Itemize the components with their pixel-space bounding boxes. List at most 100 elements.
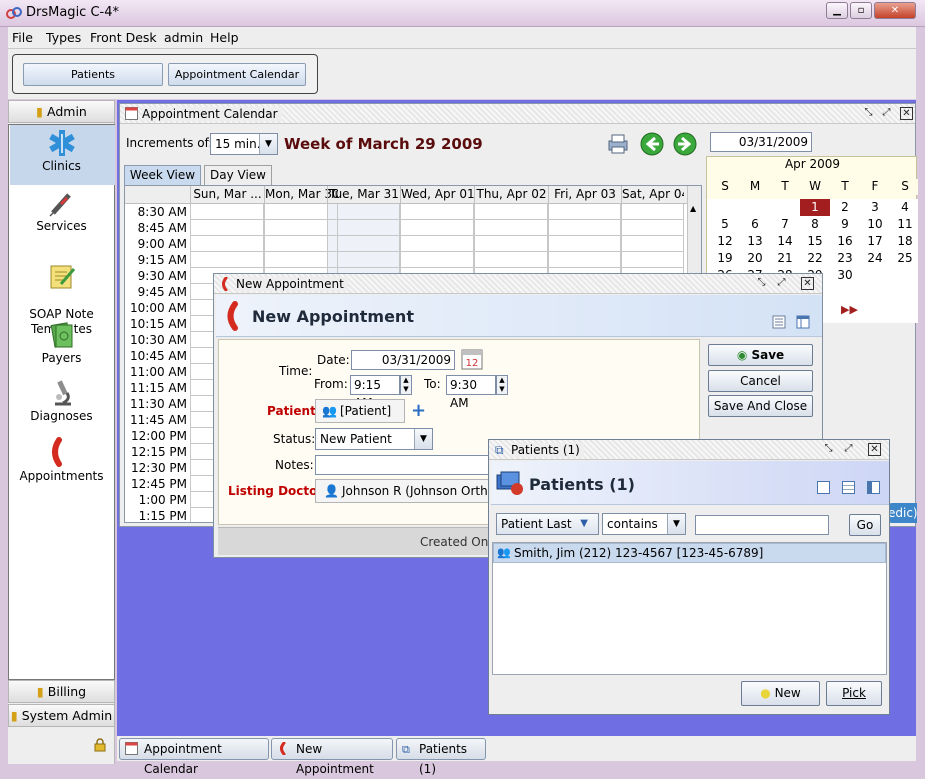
menu-help[interactable]: Help bbox=[210, 30, 239, 45]
task-new-appointment[interactable]: New Appointment bbox=[271, 738, 393, 776]
schedule-cell[interactable] bbox=[327, 236, 400, 252]
notes-field[interactable] bbox=[315, 455, 495, 475]
mini-calendar-day[interactable]: 25 bbox=[890, 250, 920, 267]
patient-search-input[interactable] bbox=[695, 515, 829, 535]
listing-doctor-selector[interactable]: 👤 Johnson R (Johnson Ortho bbox=[315, 479, 495, 503]
patients-quick-button[interactable]: Patients bbox=[23, 63, 163, 86]
mini-calendar-day[interactable]: 9 bbox=[830, 216, 860, 233]
menu-front-desk[interactable]: Front Desk bbox=[90, 30, 157, 45]
iconify-icon[interactable]: ⤡ bbox=[822, 443, 835, 456]
search-field-select[interactable]: Patient Last ▼ bbox=[496, 513, 599, 535]
mini-calendar-day[interactable]: 20 bbox=[740, 250, 770, 267]
schedule-cell[interactable] bbox=[474, 236, 548, 252]
menu-types[interactable]: Types bbox=[46, 30, 81, 45]
schedule-cell[interactable] bbox=[548, 204, 621, 220]
tab-week-view[interactable]: Week View bbox=[124, 165, 201, 185]
save-and-close-button[interactable]: Save And Close bbox=[708, 395, 813, 417]
appointment-calendar-quick-button[interactable]: Appointment Calendar bbox=[168, 63, 306, 86]
table-view-icon[interactable] bbox=[842, 481, 855, 494]
schedule-cell[interactable] bbox=[621, 220, 684, 236]
go-button[interactable]: Go bbox=[849, 514, 881, 536]
schedule-cell[interactable] bbox=[400, 236, 474, 252]
system-admin-group-header[interactable]: ▮ System Admin bbox=[8, 704, 115, 727]
maximize-frame-icon[interactable]: ⤢ bbox=[842, 443, 855, 456]
schedule-cell[interactable] bbox=[327, 204, 400, 220]
close-frame-icon[interactable]: ✕ bbox=[801, 277, 814, 290]
mini-calendar-day[interactable]: 12 bbox=[710, 233, 740, 250]
iconify-icon[interactable]: ⤡ bbox=[755, 277, 768, 290]
menu-admin[interactable]: admin bbox=[164, 30, 203, 45]
partial-tab[interactable]: edic) bbox=[888, 503, 917, 523]
next-week-icon[interactable] bbox=[673, 132, 697, 156]
add-patient-icon[interactable]: + bbox=[411, 400, 426, 421]
nav-item-diagnoses[interactable]: Diagnoses bbox=[9, 379, 114, 424]
billing-group-header[interactable]: ▮ Billing bbox=[8, 680, 115, 703]
new-appointment-titlebar[interactable]: New Appointment ⤡ ⤢ ✕ bbox=[214, 274, 822, 294]
fast-forward-icon[interactable]: ▶▶ bbox=[841, 303, 858, 316]
schedule-cell[interactable] bbox=[548, 252, 621, 268]
schedule-cell[interactable] bbox=[400, 204, 474, 220]
mini-calendar-day[interactable]: 19 bbox=[710, 250, 740, 267]
date-field[interactable]: 03/31/2009 bbox=[351, 350, 455, 370]
mini-calendar-day[interactable]: 14 bbox=[770, 233, 800, 250]
columns-view-icon[interactable] bbox=[796, 315, 810, 329]
menu-file[interactable]: File bbox=[12, 30, 33, 45]
schedule-cell[interactable] bbox=[400, 252, 474, 268]
mini-calendar-day[interactable]: 3 bbox=[860, 199, 890, 216]
date-picker-icon[interactable]: 12 bbox=[461, 348, 483, 370]
mini-calendar-day[interactable]: 7 bbox=[770, 216, 800, 233]
iconify-icon[interactable]: ⤡ bbox=[862, 107, 875, 120]
from-time-spinner[interactable]: ▲ ▼ bbox=[400, 375, 412, 395]
mini-calendar-day[interactable]: 4 bbox=[890, 199, 920, 216]
close-window-button[interactable]: ✕ bbox=[874, 2, 916, 19]
calendar-frame-titlebar[interactable]: Appointment Calendar ⤡ ⤢ ✕ bbox=[120, 104, 915, 124]
nav-item-services[interactable]: Services bbox=[9, 189, 114, 234]
schedule-cell[interactable] bbox=[190, 252, 264, 268]
schedule-cell[interactable] bbox=[327, 252, 400, 268]
new-patient-button[interactable]: ● New bbox=[741, 681, 820, 706]
mini-calendar-day[interactable]: 16 bbox=[830, 233, 860, 250]
scroll-up-icon[interactable]: ▲ bbox=[690, 204, 696, 213]
single-view-icon[interactable] bbox=[817, 481, 830, 494]
list-view-icon[interactable] bbox=[772, 315, 786, 329]
close-frame-icon[interactable]: ✕ bbox=[868, 443, 881, 456]
cancel-button[interactable]: Cancel bbox=[708, 370, 813, 392]
schedule-cell[interactable] bbox=[621, 236, 684, 252]
mini-calendar-day[interactable]: 30 bbox=[830, 267, 860, 284]
maximize-frame-icon[interactable]: ⤢ bbox=[880, 107, 893, 120]
close-frame-icon[interactable]: ✕ bbox=[900, 107, 913, 120]
mini-calendar-day[interactable]: 22 bbox=[800, 250, 830, 267]
mini-calendar-day[interactable]: 1 bbox=[800, 199, 830, 216]
schedule-cell[interactable] bbox=[548, 236, 621, 252]
schedule-cell[interactable] bbox=[548, 220, 621, 236]
patient-selector[interactable]: 👥 [Patient] bbox=[315, 399, 405, 423]
schedule-cell[interactable] bbox=[327, 220, 400, 236]
mini-calendar-day[interactable]: 15 bbox=[800, 233, 830, 250]
mini-calendar-day[interactable]: 2 bbox=[830, 199, 860, 216]
mini-calendar-day[interactable]: 6 bbox=[740, 216, 770, 233]
task-appointment-calendar[interactable]: Appointment Calendar bbox=[119, 738, 269, 776]
schedule-cell[interactable] bbox=[621, 252, 684, 268]
patients-titlebar[interactable]: ⧉ Patients (1) ⤡ ⤢ ✕ bbox=[489, 440, 889, 460]
printer-icon[interactable] bbox=[606, 133, 630, 155]
mini-calendar-day[interactable]: 13 bbox=[740, 233, 770, 250]
schedule-cell[interactable] bbox=[474, 204, 548, 220]
schedule-cell[interactable] bbox=[621, 204, 684, 220]
schedule-cell[interactable] bbox=[474, 252, 548, 268]
minimize-button[interactable]: ▁ bbox=[826, 2, 848, 19]
to-time-spinner[interactable]: ▲ ▼ bbox=[496, 375, 508, 395]
mini-calendar-day[interactable]: 10 bbox=[860, 216, 890, 233]
mini-calendar-day[interactable]: 21 bbox=[770, 250, 800, 267]
mini-calendar-day[interactable]: 24 bbox=[860, 250, 890, 267]
task-patients[interactable]: ⧉ Patients (1) bbox=[396, 738, 486, 776]
mini-calendar-day[interactable]: 23 bbox=[830, 250, 860, 267]
maximize-button[interactable]: ▫ bbox=[850, 2, 872, 19]
increment-select[interactable]: 15 min. ▼ bbox=[210, 133, 278, 155]
list-item[interactable]: 👥 Smith, Jim (212) 123-4567 [123-45-6789… bbox=[493, 543, 886, 563]
admin-group-header[interactable]: ▮ Admin bbox=[8, 100, 115, 123]
mini-calendar-day[interactable]: 11 bbox=[890, 216, 920, 233]
schedule-cell[interactable] bbox=[400, 220, 474, 236]
search-operator-select[interactable]: contains ▼ bbox=[602, 513, 686, 535]
save-button[interactable]: ◉ Save bbox=[708, 344, 813, 366]
from-time-field[interactable]: 9:15 AM bbox=[350, 375, 400, 410]
